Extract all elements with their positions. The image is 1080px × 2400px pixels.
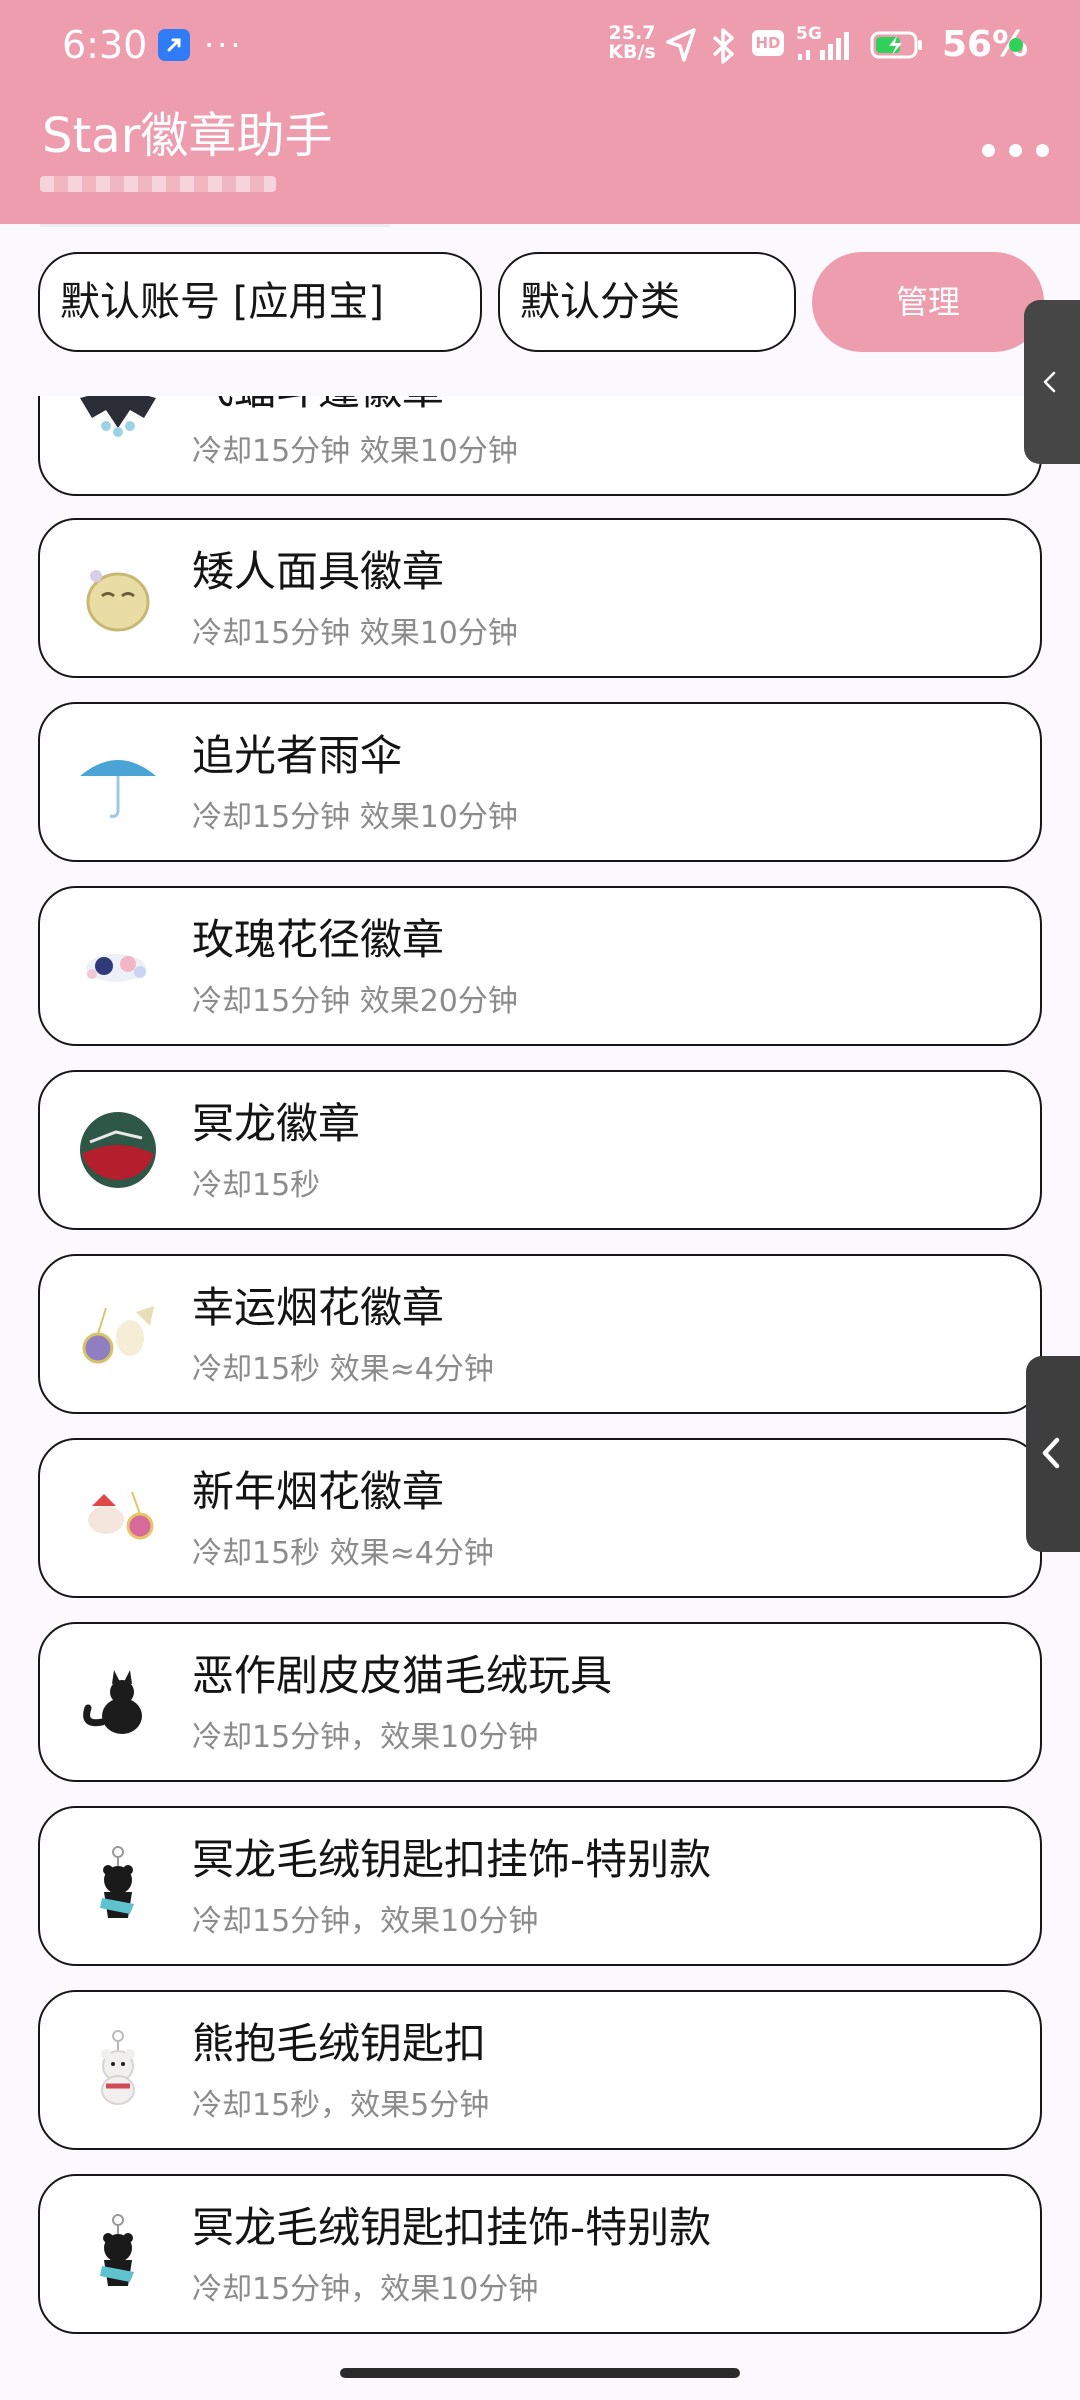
list-item[interactable]: 冥龙毛绒钥匙扣挂饰-特别款 冷却15分钟，效果10分钟 xyxy=(38,2174,1042,2334)
item-title: 恶作剧皮皮猫毛绒玩具 xyxy=(192,1651,613,1700)
chevron-left-icon xyxy=(1043,371,1056,393)
list-item[interactable]: 冥龙毛绒钥匙扣挂饰-特别款 冷却15分钟，效果10分钟 xyxy=(38,1806,1042,1966)
rose-path-badge-icon xyxy=(86,954,146,982)
signal-icon xyxy=(798,32,849,60)
item-desc: 冷却15秒 xyxy=(192,1168,321,1203)
bat-cape-badge-icon xyxy=(80,396,156,437)
item-title: 熊抱毛绒钥匙扣 xyxy=(192,2019,487,2068)
item-desc: 冷却15秒 效果≈4分钟 xyxy=(192,1536,494,1571)
item-desc: 冷却15分钟，效果10分钟 xyxy=(192,2272,539,2307)
app-subtitle-blurred xyxy=(40,176,276,192)
item-title: 冥龙毛绒钥匙扣挂饰-特别款 xyxy=(192,1835,712,1884)
more-menu-button[interactable] xyxy=(976,130,1056,170)
item-desc: 冷却15分钟 效果10分钟 xyxy=(192,616,518,651)
dwarf-mask-badge-icon xyxy=(86,570,150,632)
toolbar-divider xyxy=(40,224,390,227)
side-drawer-handle-top[interactable] xyxy=(1024,300,1080,464)
item-desc: 冷却15分钟，效果10分钟 xyxy=(192,1720,539,1755)
item-title: 矮人面具徽章 xyxy=(192,547,445,596)
app-notification-icon xyxy=(158,29,190,61)
app-header: 6:30 ··· 25.7 KB/s HD 5G 56% Star徽章助手 xyxy=(0,0,1080,224)
item-desc: 冷却15秒，效果5分钟 xyxy=(192,2088,490,2123)
item-desc: 冷却15分钟 效果10分钟 xyxy=(192,434,518,469)
item-title: 幸运烟花徽章 xyxy=(192,1283,445,1332)
status-more-indicator: ··· xyxy=(204,26,244,64)
new-year-firework-badge-icon xyxy=(88,1491,154,1540)
bluetooth-icon xyxy=(712,28,734,64)
item-title: 追光者雨伞 xyxy=(192,731,403,780)
umbrella-icon xyxy=(80,760,156,818)
lucky-firework-badge-icon xyxy=(82,1306,154,1364)
item-desc: 冷却15秒 效果≈4分钟 xyxy=(192,1352,494,1387)
app-title: Star徽章助手 xyxy=(42,108,333,164)
list-item[interactable]: 追光者雨伞 冷却15分钟 效果10分钟 xyxy=(38,702,1042,862)
list-item[interactable]: 幸运烟花徽章 冷却15秒 效果≈4分钟 xyxy=(38,1254,1042,1414)
account-selector[interactable]: 默认账号 [应用宝] xyxy=(38,252,482,352)
item-title: 玫瑰花径徽章 xyxy=(192,915,445,964)
list-item[interactable]: 玫瑰花径徽章 冷却15分钟 效果20分钟 xyxy=(38,886,1042,1046)
list-item[interactable]: 飞蝠斗篷徽章 冷却15分钟 效果10分钟 xyxy=(38,396,1042,496)
item-desc: 冷却15分钟 效果10分钟 xyxy=(192,800,518,835)
home-indicator[interactable] xyxy=(340,2368,740,2378)
list-item[interactable]: 熊抱毛绒钥匙扣 冷却15秒，效果5分钟 xyxy=(38,1990,1042,2150)
bear-hug-plush-keychain-icon xyxy=(101,2030,135,2105)
item-desc: 冷却15分钟，效果10分钟 xyxy=(192,1904,539,1939)
dark-dragon-badge-icon xyxy=(80,1112,156,1188)
manage-button[interactable]: 管理 xyxy=(812,252,1044,352)
item-title: 新年烟花徽章 xyxy=(192,1467,445,1516)
list-item[interactable]: 恶作剧皮皮猫毛绒玩具 冷却15分钟，效果10分钟 xyxy=(38,1622,1042,1782)
dragon-plush-keychain-icon xyxy=(100,2214,134,2286)
badge-list[interactable]: 飞蝠斗篷徽章 冷却15分钟 效果10分钟 矮人面具徽章 冷却15分钟 效果10分… xyxy=(0,396,1080,2348)
network-speed: 25.7 KB/s xyxy=(604,24,660,62)
list-item[interactable]: 冥龙徽章 冷却15秒 xyxy=(38,1070,1042,1230)
item-desc: 冷却15分钟 效果20分钟 xyxy=(192,984,518,1019)
privacy-indicator-dot xyxy=(1009,38,1023,52)
item-title: 冥龙徽章 xyxy=(192,1099,361,1148)
prank-cat-plush-icon xyxy=(83,1670,142,1734)
item-title: 冥龙毛绒钥匙扣挂饰-特别款 xyxy=(192,2203,712,2252)
item-title: 飞蝠斗篷徽章 xyxy=(192,396,444,420)
category-selector[interactable]: 默认分类 xyxy=(498,252,796,352)
location-arrow-icon xyxy=(666,28,696,62)
hd-icon: HD xyxy=(752,30,784,56)
chevron-left-icon xyxy=(1042,1437,1060,1469)
list-item[interactable]: 新年烟花徽章 冷却15秒 效果≈4分钟 xyxy=(38,1438,1042,1598)
network-speed-unit: KB/s xyxy=(608,41,656,63)
side-drawer-handle-middle[interactable] xyxy=(1026,1356,1080,1552)
battery-charging-icon xyxy=(870,31,922,59)
status-time: 6:30 xyxy=(62,23,148,67)
dragon-plush-keychain-icon xyxy=(100,1846,134,1918)
list-item[interactable]: 矮人面具徽章 冷却15分钟 效果10分钟 xyxy=(38,518,1042,678)
status-bar: 6:30 ··· 25.7 KB/s HD 5G 56% xyxy=(0,0,1080,90)
